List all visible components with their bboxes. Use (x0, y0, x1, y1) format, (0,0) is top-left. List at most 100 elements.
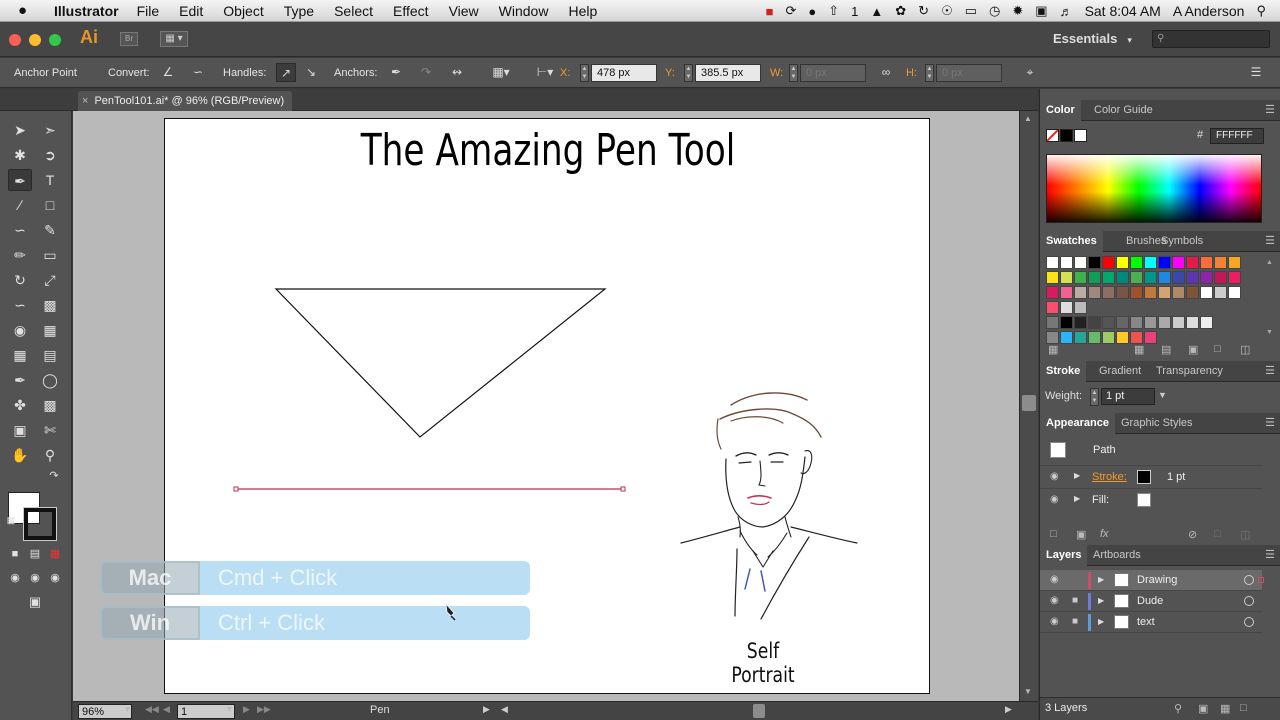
swatch[interactable] (1228, 271, 1241, 284)
minimize-window-button[interactable] (29, 34, 41, 46)
h-field[interactable]: 0 px (936, 64, 1002, 82)
appearance-fill-row[interactable]: ◉ ▶ Fill: (1040, 488, 1262, 510)
swatch[interactable] (1200, 271, 1213, 284)
free-transform-tool-icon[interactable]: ▩ (38, 294, 62, 316)
swatch[interactable] (1130, 286, 1143, 299)
arrange-documents-button[interactable]: ▦ ▾ (160, 31, 188, 47)
swatch[interactable] (1186, 316, 1199, 329)
layer-expand-icon[interactable]: ▶ (1098, 575, 1104, 584)
bridge-button[interactable]: Br (120, 32, 138, 46)
isolate-icon[interactable]: ▦▾ (487, 63, 515, 82)
swatch[interactable] (1088, 331, 1101, 344)
color-panel-menu-icon[interactable]: ☰ (1265, 103, 1275, 116)
swatches-scroll-up-icon[interactable]: ▲ (1266, 259, 1273, 266)
swatch[interactable] (1060, 301, 1073, 314)
first-artboard-icon[interactable]: ◀◀ (145, 704, 159, 715)
swatch[interactable] (1200, 256, 1213, 269)
convert-to-corner-icon[interactable]: ∠ (158, 63, 178, 82)
close-window-button[interactable] (9, 34, 21, 46)
menu-effect[interactable]: Effect (393, 3, 429, 19)
fill-expand-icon[interactable]: ▶ (1074, 494, 1080, 503)
none-color-swatch[interactable] (1046, 129, 1059, 142)
swatch[interactable] (1116, 331, 1129, 344)
layer-selected-indicator[interactable] (1258, 577, 1264, 583)
wifi-icon[interactable]: ▣ (1035, 3, 1047, 19)
layer-target-icon[interactable] (1244, 596, 1254, 606)
new-layer-icon[interactable]: □ (1240, 702, 1247, 714)
app-menu[interactable]: Illustrator (54, 3, 119, 19)
scale-tool-icon[interactable]: ⤢ (38, 269, 62, 291)
locate-object-icon[interactable]: ⚲ (1174, 702, 1182, 715)
swap-fill-stroke-icon[interactable]: ↷ (46, 465, 62, 487)
paintbrush-tool-icon[interactable]: ∽ (8, 219, 32, 241)
transform-icon[interactable]: ⌖ (1020, 63, 1040, 82)
hand-tool-icon[interactable]: ✋ (8, 444, 32, 466)
last-artboard-icon[interactable]: ▶▶ (257, 704, 271, 715)
w-stepper[interactable]: ▲ ▼ (789, 64, 798, 82)
swatch[interactable] (1158, 316, 1171, 329)
layer-name[interactable]: Dude (1137, 595, 1163, 607)
x-stepper[interactable]: ▲ ▼ (580, 64, 589, 82)
tab-graphic-styles[interactable]: Graphic Styles (1115, 413, 1199, 434)
swatches-panel-menu-icon[interactable]: ☰ (1265, 234, 1275, 247)
swatch-options-icon[interactable]: ▤ (1161, 343, 1171, 356)
convert-to-smooth-icon[interactable]: ∽ (188, 63, 208, 82)
flag-icon[interactable]: ■ (766, 4, 774, 19)
magic-wand-tool-icon[interactable]: ✱ (8, 144, 32, 166)
apple-menu-icon[interactable]: ● (18, 2, 40, 19)
y-stepper[interactable]: ▲ ▼ (684, 64, 693, 82)
make-clipping-mask-icon[interactable]: ▣ (1198, 702, 1208, 715)
control-menu-icon[interactable]: ☰ (1246, 63, 1266, 82)
menu-select[interactable]: Select (334, 3, 373, 19)
swatch[interactable] (1158, 256, 1171, 269)
delete-item-icon[interactable]: ◫ (1240, 528, 1250, 541)
y-field[interactable]: 385.5 px (695, 64, 761, 82)
swatch[interactable] (1074, 256, 1087, 269)
stroke-label[interactable]: Stroke: (1092, 471, 1127, 483)
graph-tool-icon[interactable]: ▩ (38, 394, 62, 416)
current-tool-status[interactable]: Pen (370, 704, 390, 716)
layer-row[interactable]: ◉ ■ ▶ text (1040, 612, 1262, 633)
swatch[interactable] (1214, 286, 1227, 299)
menu-object[interactable]: Object (223, 3, 263, 19)
swatch[interactable] (1144, 316, 1157, 329)
previous-artboard-icon[interactable]: ◀ (163, 704, 170, 715)
swatch[interactable] (1214, 256, 1227, 269)
layer-lock-icon[interactable]: ■ (1072, 595, 1078, 606)
swatch[interactable] (1046, 286, 1059, 299)
swatch[interactable] (1074, 316, 1087, 329)
swatch[interactable] (1046, 256, 1059, 269)
delete-swatch-icon[interactable]: ◫ (1240, 343, 1250, 356)
artboard-tool-icon[interactable]: ▣ (8, 419, 32, 441)
hide-handles-icon[interactable]: ↘ (301, 63, 321, 82)
scroll-left-icon[interactable]: ◀ (501, 704, 508, 715)
canvas[interactable]: The Amazing Pen Tool Self Portrait Mac C… (73, 111, 1019, 701)
swatch[interactable] (1088, 286, 1101, 299)
swatch[interactable] (1116, 256, 1129, 269)
tab-artboards[interactable]: Artboards (1087, 545, 1147, 566)
add-new-effect-icon[interactable]: fx (1100, 528, 1109, 540)
swatch[interactable] (1060, 271, 1073, 284)
show-swatch-kinds-icon[interactable]: ▦ (1134, 343, 1144, 356)
blend-tool-icon[interactable]: ◯ (38, 369, 62, 391)
new-color-group-icon[interactable]: ▣ (1188, 343, 1198, 356)
perspective-grid-tool-icon[interactable]: ▦ (38, 319, 62, 341)
scroll-up-icon[interactable]: ▲ (1024, 114, 1032, 123)
rotate-tool-icon[interactable]: ↻ (8, 269, 32, 291)
eyedropper-tool-icon[interactable]: ✒ (8, 369, 32, 391)
swatch[interactable] (1158, 271, 1171, 284)
scroll-right-icon[interactable]: ▶ (1005, 704, 1012, 715)
bell-icon[interactable]: ▲ (870, 4, 883, 19)
menu-edit[interactable]: Edit (179, 3, 203, 19)
color-spectrum[interactable] (1046, 154, 1262, 223)
swatch[interactable] (1116, 286, 1129, 299)
blob-brush-tool-icon[interactable]: ✏ (8, 244, 32, 266)
tab-gradient[interactable]: Gradient (1093, 361, 1147, 382)
swatch[interactable] (1214, 271, 1227, 284)
draw-behind-icon[interactable]: ◉ (26, 567, 44, 589)
swatch[interactable] (1130, 271, 1143, 284)
refresh-icon[interactable]: ↻ (918, 3, 929, 19)
status-menu-icon[interactable]: ▶ (483, 704, 490, 715)
layers-panel-menu-icon[interactable]: ☰ (1265, 548, 1275, 561)
clear-appearance-icon[interactable]: ⊘ (1188, 528, 1197, 541)
